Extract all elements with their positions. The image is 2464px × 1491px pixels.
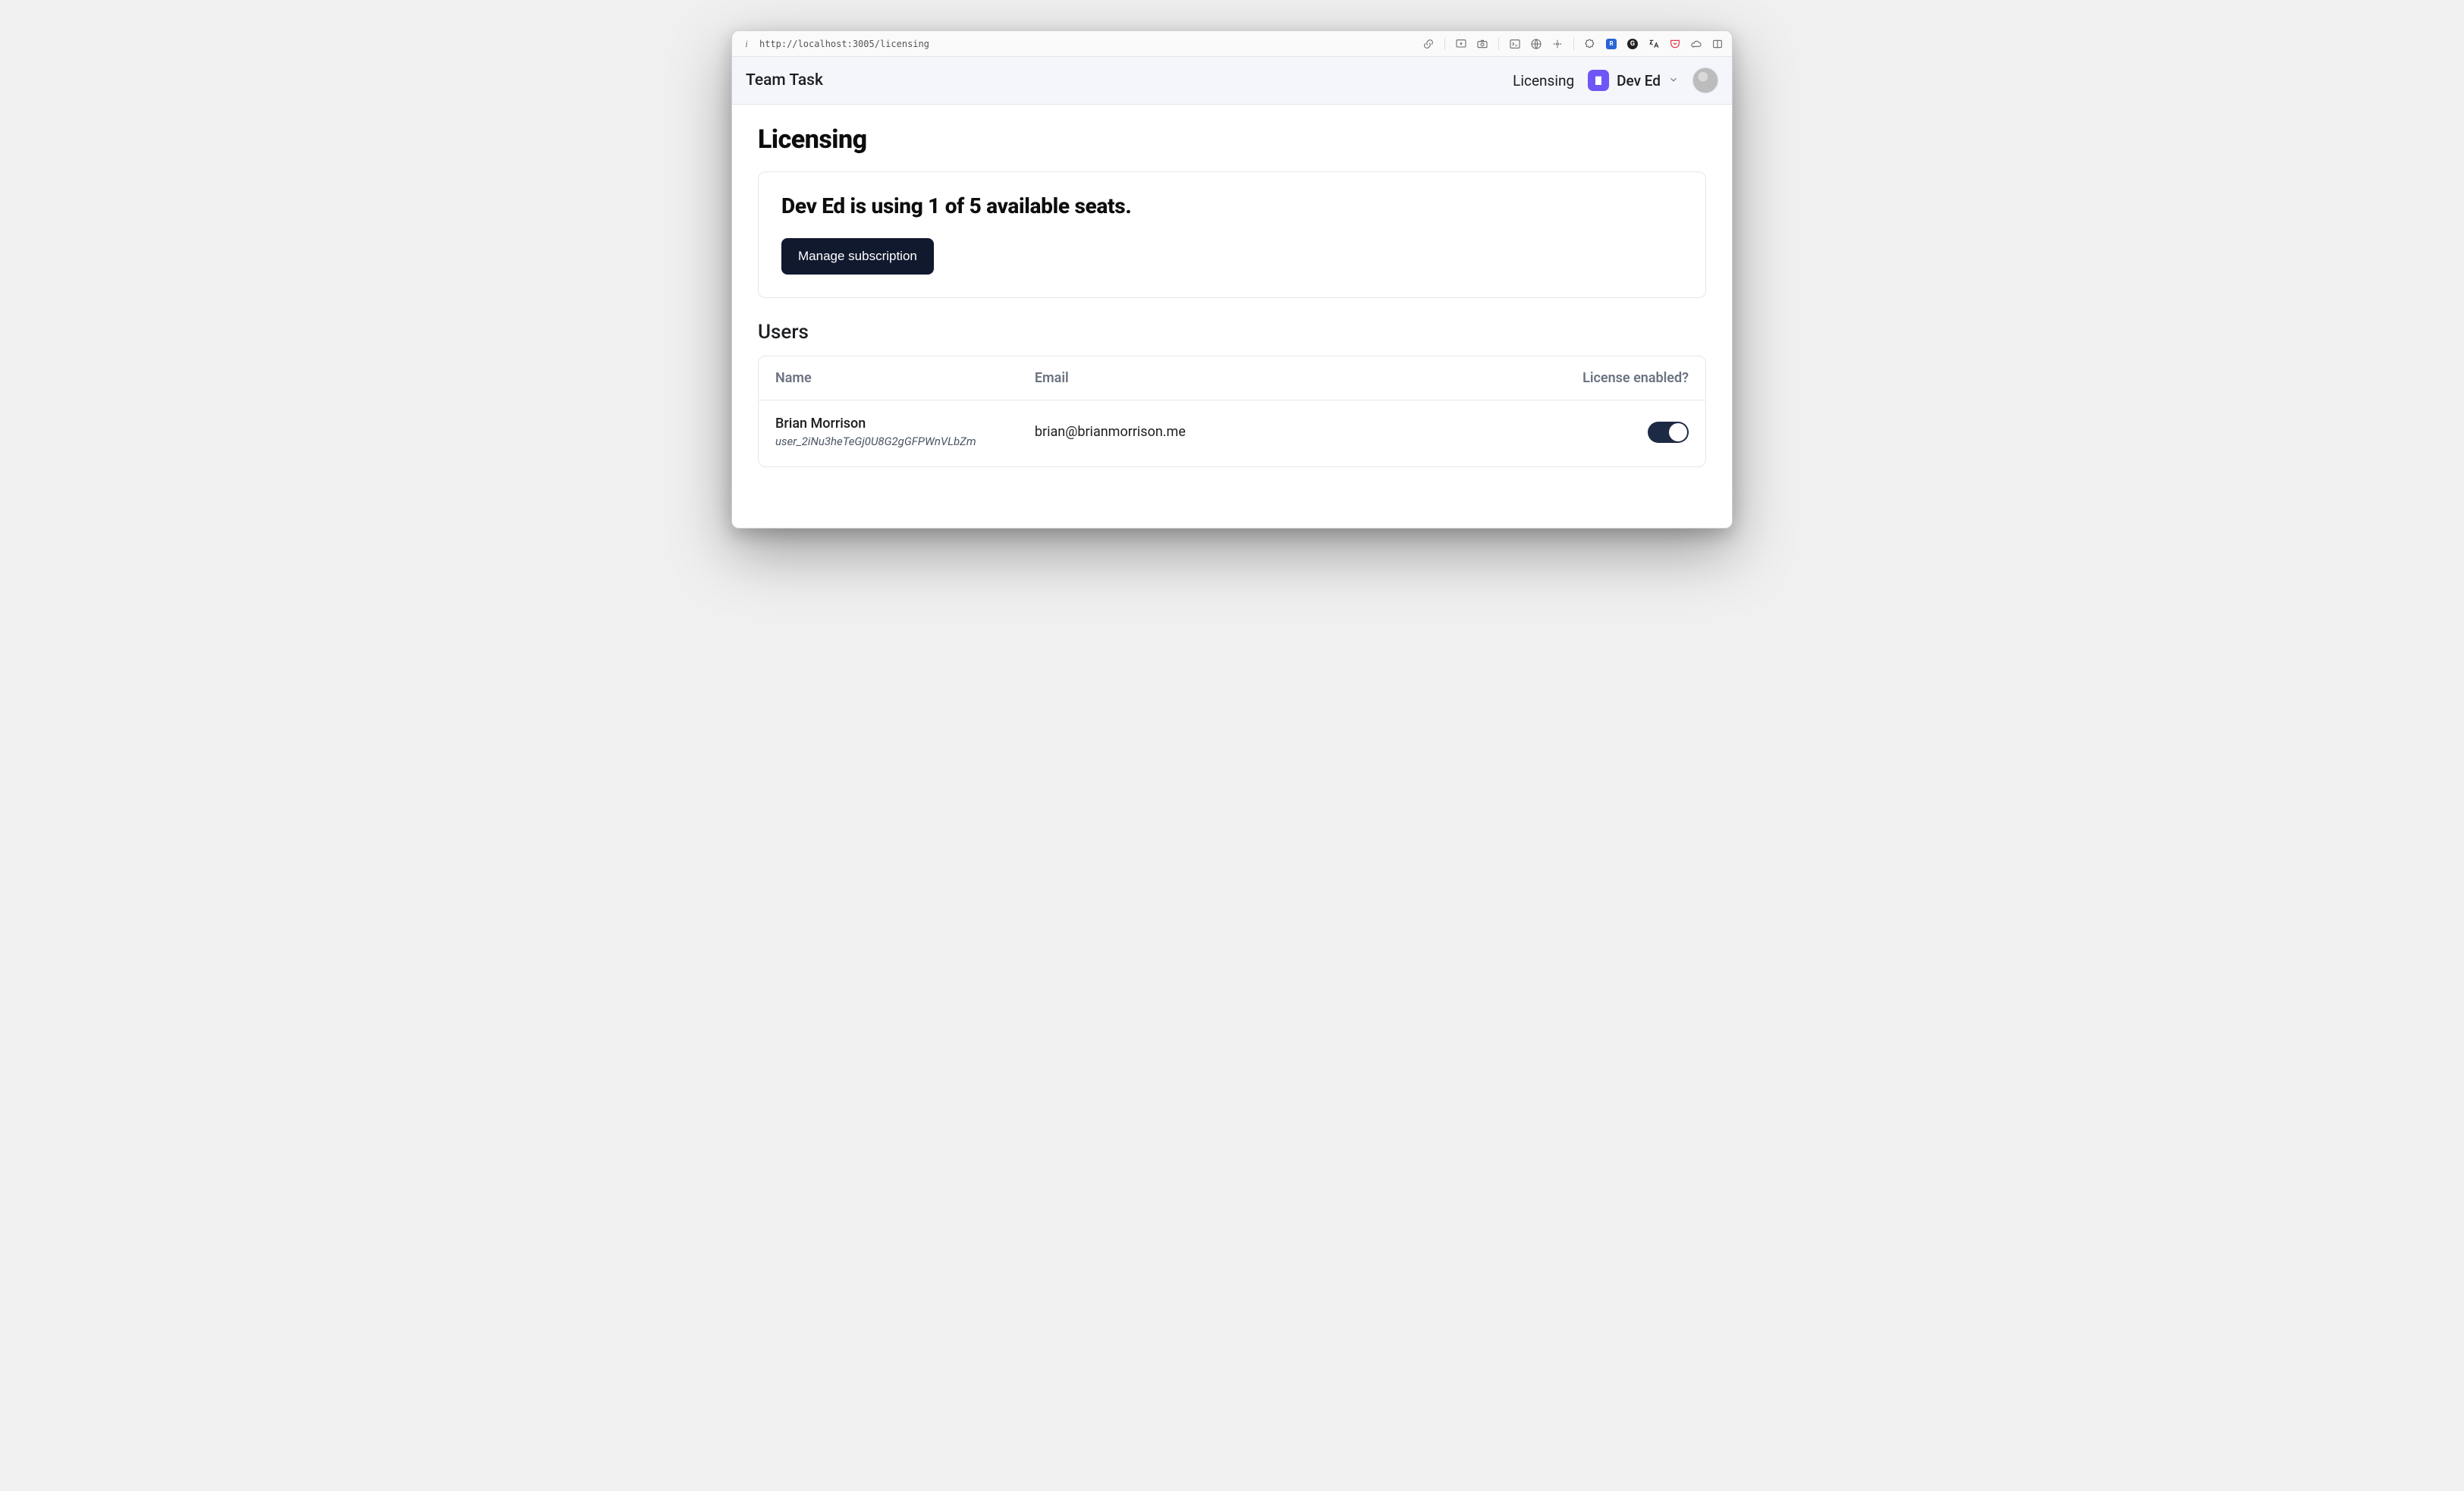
users-heading: Users [758,321,1706,344]
users-table: Name Email License enabled? Brian Morris… [758,356,1706,467]
table-row: Brian Morrison user_2iNu3heTeGj0U8G2gGFP… [759,400,1705,466]
sidebar-icon[interactable] [1711,37,1724,51]
org-name: Dev Ed [1617,72,1661,89]
url-text[interactable]: http://localhost:3005/licensing [759,39,1416,49]
extension-circle-g-icon[interactable]: G [1626,37,1639,51]
browser-toolbar: R G [1422,37,1724,51]
puzzle-icon[interactable] [1583,37,1597,51]
app-header: Team Task Licensing Dev Ed [732,57,1732,105]
toolbar-separator [1573,38,1574,50]
toolbar-separator [1498,38,1499,50]
header-right: Licensing Dev Ed [1513,67,1718,93]
pocket-icon[interactable] [1668,37,1682,51]
column-email: Email [1035,370,1486,386]
nav-link-licensing[interactable]: Licensing [1513,72,1574,89]
seats-summary: Dev Ed is using 1 of 5 available seats. [781,193,1683,218]
org-badge-icon [1588,70,1609,91]
toggle-knob [1669,423,1687,441]
app-title: Team Task [746,71,823,89]
url-bar: i http://localhost:3005/licensing [732,31,1732,57]
toolbar-separator [1444,38,1445,50]
user-email: brian@brianmorrison.me [1035,424,1486,440]
manage-subscription-button[interactable]: Manage subscription [781,238,934,275]
camera-icon[interactable] [1476,37,1489,51]
user-name: Brian Morrison [775,416,1035,432]
extension-badge-r-icon[interactable]: R [1604,37,1618,51]
user-id: user_2iNu3heTeGj0U8G2gGFPWnVLbZm [775,435,1035,448]
terminal-icon[interactable] [1508,37,1522,51]
user-name-cell: Brian Morrison user_2iNu3heTeGj0U8G2gGFP… [775,416,1035,448]
seats-card: Dev Ed is using 1 of 5 available seats. … [758,171,1706,298]
cloud-icon[interactable] [1689,37,1703,51]
license-toggle-cell [1485,422,1689,443]
column-license: License enabled? [1485,370,1689,386]
column-name: Name [775,370,1035,386]
chevron-down-icon [1668,74,1679,88]
avatar[interactable] [1692,67,1718,93]
browser-window: i http://localhost:3005/licensing [731,30,1733,529]
license-toggle[interactable] [1648,422,1689,443]
crosshair-icon[interactable] [1551,37,1564,51]
page-title: Licensing [758,124,1706,155]
org-switcher[interactable]: Dev Ed [1588,70,1679,91]
site-info-icon[interactable]: i [740,37,753,51]
translate-icon[interactable] [1647,37,1661,51]
page-body: Licensing Dev Ed is using 1 of 5 availab… [732,105,1732,528]
download-icon[interactable] [1454,37,1468,51]
link-icon[interactable] [1422,37,1435,51]
globe-icon[interactable] [1529,37,1543,51]
table-header: Name Email License enabled? [759,356,1705,400]
